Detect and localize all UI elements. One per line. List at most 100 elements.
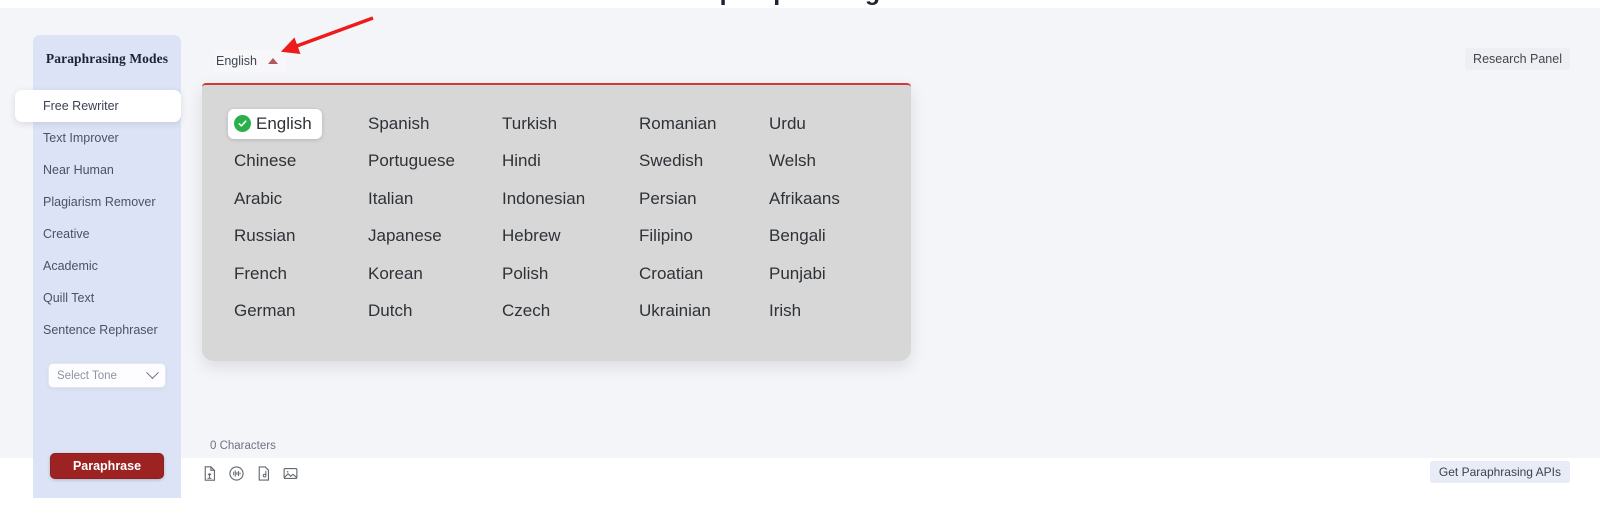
sidebar-item-label: Near Human (43, 163, 114, 177)
language-option-japanese[interactable]: Japanese (368, 218, 502, 256)
sidebar-item-near-human[interactable]: Near Human (33, 154, 181, 186)
sidebar-item-label: Sentence Rephraser (43, 323, 158, 337)
language-option-korean[interactable]: Korean (368, 255, 502, 293)
language-option-label: Irish (769, 301, 802, 321)
get-paraphrasing-apis-button[interactable]: Get Paraphrasing APIs (1429, 461, 1570, 483)
language-option-romanian[interactable]: Romanian (639, 105, 769, 143)
language-option-french[interactable]: French (234, 255, 368, 293)
language-option-hebrew[interactable]: Hebrew (502, 218, 639, 256)
language-option-label: Romanian (639, 113, 717, 133)
language-option-label: Persian (639, 188, 697, 208)
language-option-label: Hindi (502, 151, 541, 171)
page-title-cutoff: paraphrasing (0, 0, 1600, 8)
language-option-label: Korean (368, 263, 423, 283)
language-option-indonesian[interactable]: Indonesian (502, 180, 639, 218)
language-option-swedish[interactable]: Swedish (639, 143, 769, 181)
sidebar-item-label: Plagiarism Remover (43, 195, 156, 209)
language-option-label: Urdu (769, 113, 806, 133)
language-option-label: German (234, 301, 296, 321)
sidebar-item-academic[interactable]: Academic (33, 250, 181, 282)
language-option-ukrainian[interactable]: Ukrainian (639, 293, 769, 331)
language-option-label: Croatian (639, 263, 704, 283)
language-option-welsh[interactable]: Welsh (769, 143, 909, 181)
language-option-dutch[interactable]: Dutch (368, 293, 502, 331)
sidebar-item-plagiarism-remover[interactable]: Plagiarism Remover (33, 186, 181, 218)
language-option-label: Polish (502, 263, 549, 283)
language-option-russian[interactable]: Russian (234, 218, 368, 256)
sidebar-item-label: Quill Text (43, 291, 95, 305)
language-option-turkish[interactable]: Turkish (502, 105, 639, 143)
sidebar-item-quill-text[interactable]: Quill Text (33, 282, 181, 314)
check-circle-icon (234, 115, 251, 133)
language-option-punjabi[interactable]: Punjabi (769, 255, 909, 293)
language-option-label: Spanish (368, 113, 430, 133)
sidebar-item-label: Academic (43, 259, 98, 273)
sidebar-item-creative[interactable]: Creative (33, 218, 181, 250)
sidebar-item-free-rewriter[interactable]: Free Rewriter (15, 90, 181, 122)
sidebar-item-label: Creative (43, 227, 90, 241)
sidebar-item-label: Text Improver (43, 131, 119, 145)
sidebar-item-text-improver[interactable]: Text Improver (33, 122, 181, 154)
language-option-arabic[interactable]: Arabic (234, 180, 368, 218)
language-option-persian[interactable]: Persian (639, 180, 769, 218)
research-panel-button[interactable]: Research Panel (1465, 48, 1570, 70)
sidebar-item-sentence-rephraser[interactable]: Sentence Rephraser (33, 314, 181, 346)
language-grid: English Spanish Turkish Romanian Urdu Chinese… (202, 105, 911, 330)
language-option-irish[interactable]: Irish (769, 293, 909, 331)
language-option-polish[interactable]: Polish (502, 255, 639, 293)
language-option-italian[interactable]: Italian (368, 180, 502, 218)
language-option-urdu[interactable]: Urdu (769, 105, 909, 143)
language-dropdown-label: English (216, 54, 257, 68)
language-option-label: Italian (368, 188, 414, 208)
language-option-label: Swedish (639, 151, 704, 171)
file-upload-icon[interactable] (200, 464, 219, 483)
language-option-chinese[interactable]: Chinese (234, 143, 368, 181)
language-option-label: Portuguese (368, 151, 455, 171)
sidebar-modes-list: Free Rewriter Text Improver Near Human Plag… (15, 90, 181, 346)
language-option-bengali[interactable]: Bengali (769, 218, 909, 256)
language-option-portuguese[interactable]: Portuguese (368, 143, 502, 181)
chevron-down-icon (146, 366, 159, 380)
language-option-label: Arabic (234, 188, 283, 208)
language-option-label: Hebrew (502, 226, 561, 246)
language-dropdown-panel: English Spanish Turkish Romanian Urdu Chinese… (202, 83, 911, 361)
language-option-label: Punjabi (769, 263, 826, 283)
character-count: 0 Characters (207, 439, 279, 453)
app-screen: paraphrasing Paraphrasing Modes Free Rew… (0, 0, 1600, 510)
paraphrase-button[interactable]: Paraphrase (50, 453, 164, 479)
music-file-icon[interactable] (254, 464, 273, 483)
language-option-filipino[interactable]: Filipino (639, 218, 769, 256)
audio-waveform-icon[interactable] (227, 464, 246, 483)
language-option-label: Filipino (639, 226, 693, 246)
editor-tool-icons (200, 464, 300, 483)
language-option-label: English (256, 113, 312, 133)
language-option-afrikaans[interactable]: Afrikaans (769, 180, 909, 218)
language-option-label: Czech (502, 301, 551, 321)
language-option-label: French (234, 263, 287, 283)
language-option-label: Indonesian (502, 188, 586, 208)
language-option-label: Afrikaans (769, 188, 840, 208)
sidebar-item-label: Free Rewriter (43, 99, 119, 113)
language-option-german[interactable]: German (234, 293, 368, 331)
language-option-czech[interactable]: Czech (502, 293, 639, 331)
language-option-label: Bengali (769, 226, 826, 246)
language-option-label: Welsh (769, 151, 816, 171)
image-icon[interactable] (281, 464, 300, 483)
language-option-label: Chinese (234, 151, 297, 171)
editor-topbar: English Research Panel (190, 40, 1570, 78)
select-tone-dropdown[interactable]: Select Tone (48, 363, 166, 388)
language-option-spanish[interactable]: Spanish (368, 105, 502, 143)
language-option-label: Russian (234, 226, 296, 246)
select-tone-label: Select Tone (57, 369, 117, 382)
sidebar: Paraphrasing Modes Free Rewriter Text Imp… (15, 35, 181, 498)
language-option-label: Turkish (502, 113, 558, 133)
language-option-label: Ukrainian (639, 301, 711, 321)
language-dropdown-trigger[interactable]: English (213, 50, 287, 72)
language-option-label: Japanese (368, 226, 442, 246)
language-option-croatian[interactable]: Croatian (639, 255, 769, 293)
language-option-english[interactable]: English (228, 108, 322, 139)
caret-up-icon (268, 58, 278, 64)
language-option-label: Dutch (368, 301, 413, 321)
language-option-hindi[interactable]: Hindi (502, 143, 639, 181)
sidebar-title: Paraphrasing Modes (45, 51, 169, 66)
